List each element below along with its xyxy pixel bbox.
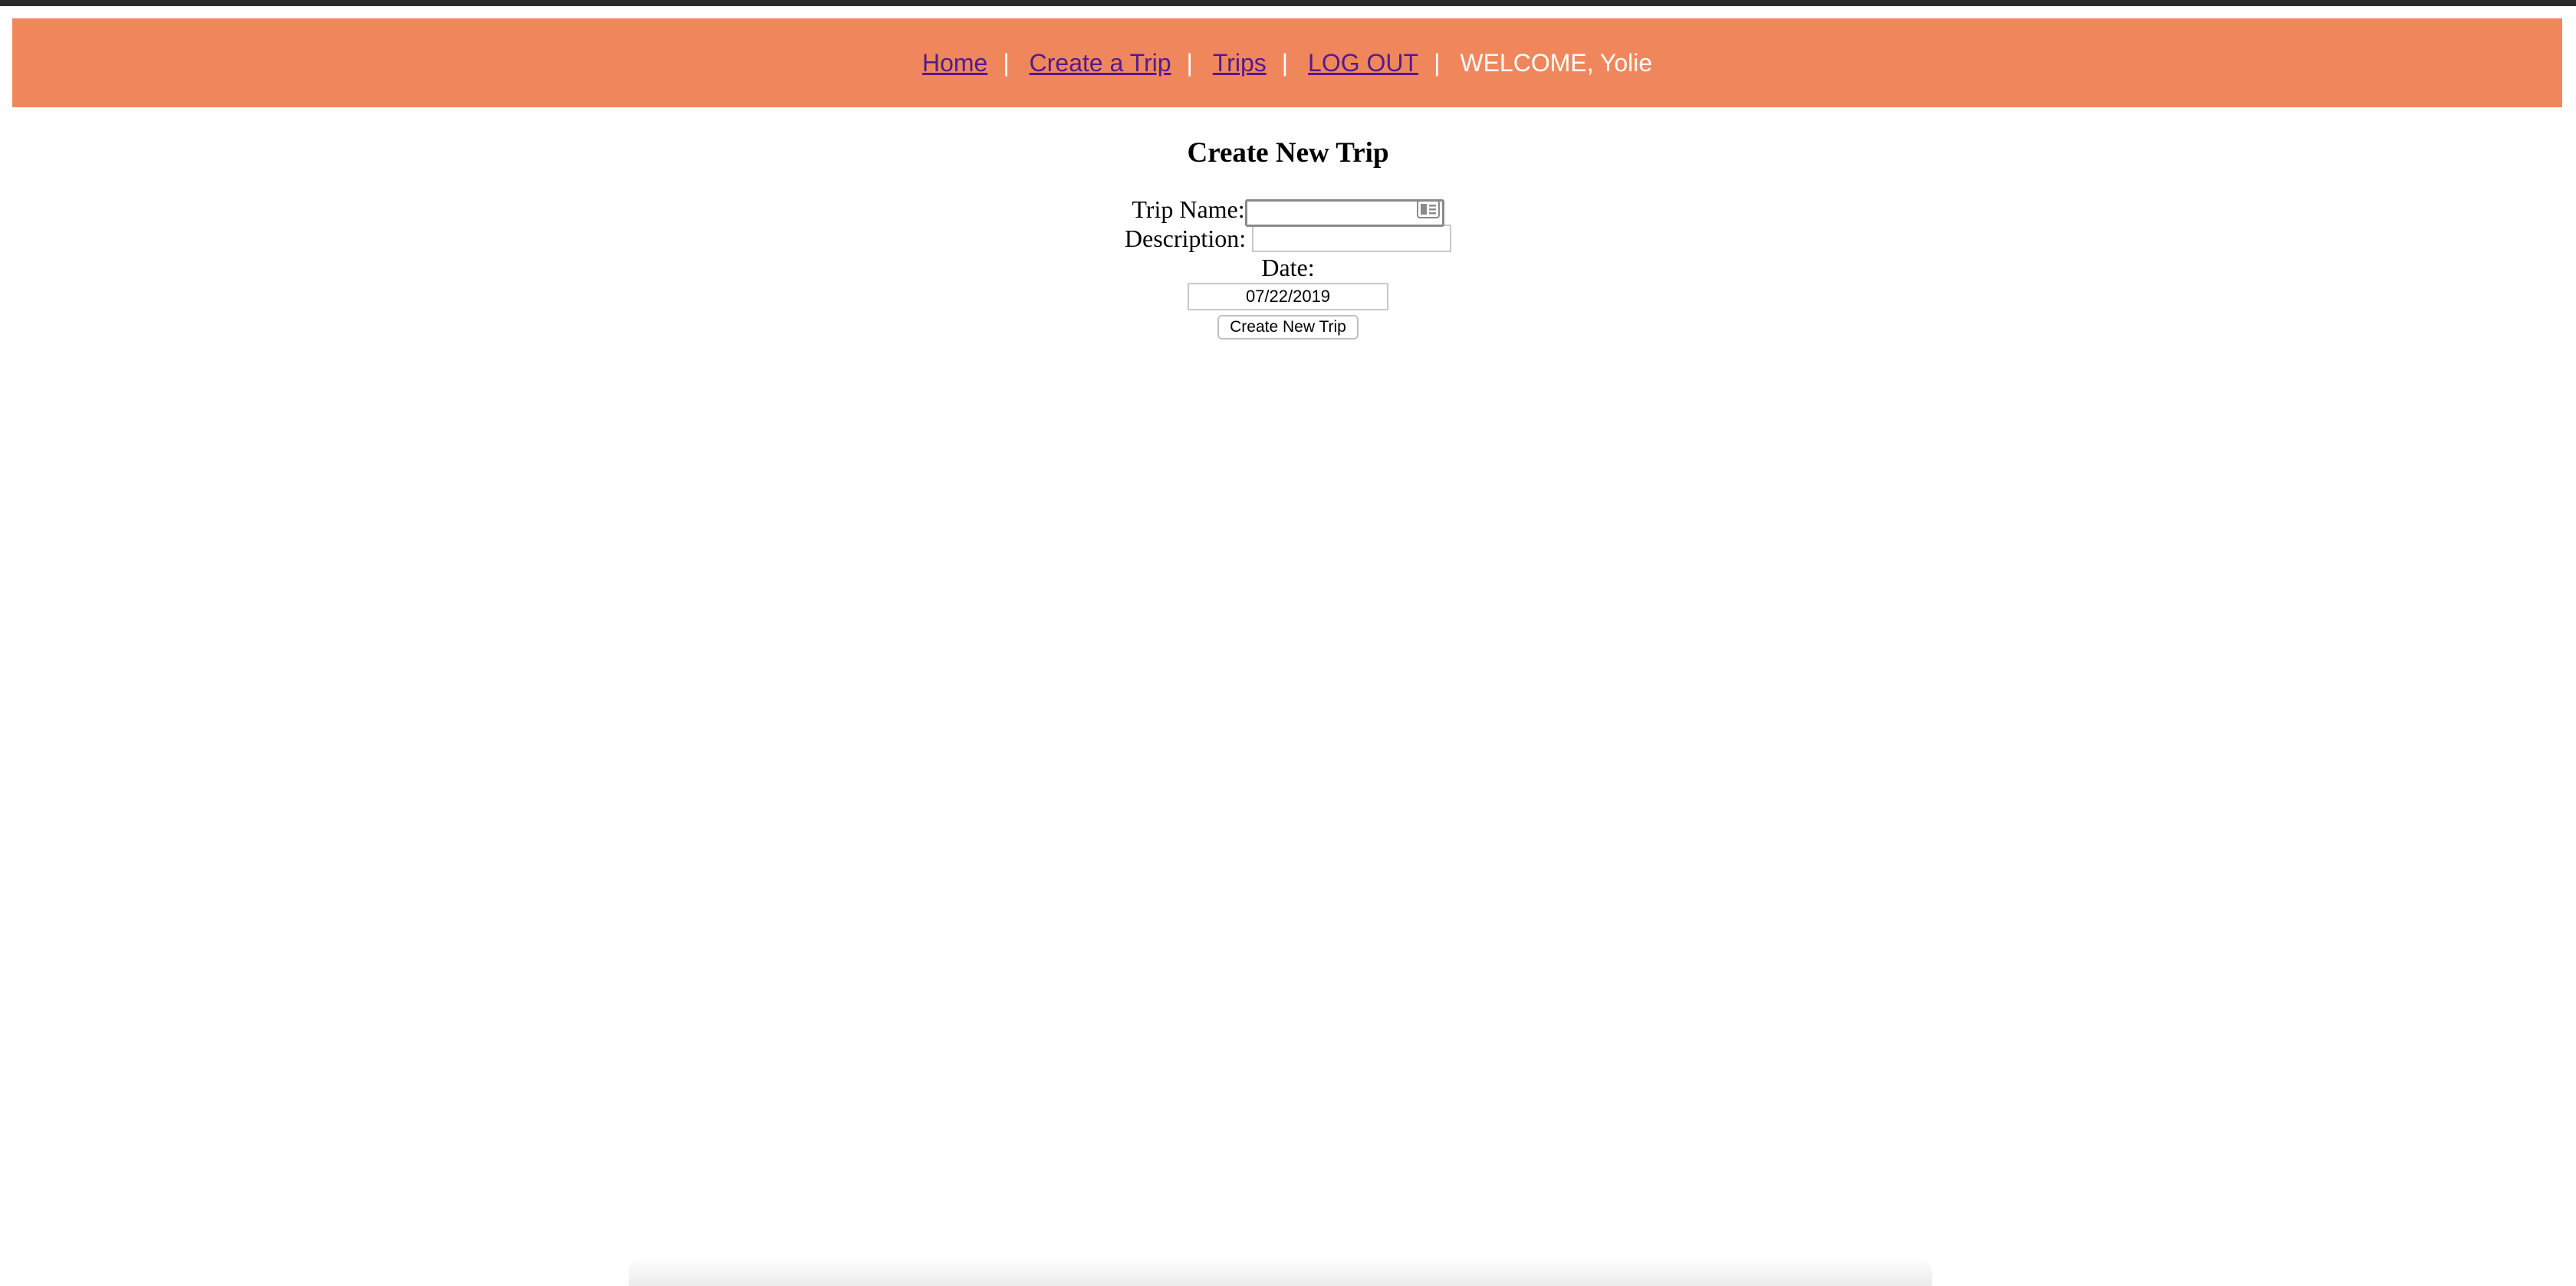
nav-separator: | [1281,48,1289,77]
page-title: Create New Trip [1187,137,1389,169]
create-trip-button[interactable]: Create New Trip [1217,315,1359,340]
description-input[interactable] [1252,225,1452,252]
window-top-bar [0,0,2576,6]
nav-link-home[interactable]: Home [922,49,987,77]
trip-name-row: Trip Name: [0,195,2576,227]
nav-link-trips[interactable]: Trips [1213,49,1267,77]
contact-card-icon[interactable] [1416,200,1440,218]
trip-name-label: Trip Name: [1132,195,1245,223]
nav-separator: | [1434,48,1441,77]
main-content: Create New Trip Trip Name: Description: … [0,107,2576,340]
nav-link-create-trip[interactable]: Create a Trip [1030,49,1171,77]
welcome-message: WELCOME, Yolie [1460,48,1653,77]
bottom-shadow-overlay [629,1257,1932,1286]
submit-row: Create New Trip [0,311,2576,340]
nav-separator: | [1003,48,1010,77]
create-trip-form: Trip Name: Description: Date: 07/22/2019… [0,195,2576,340]
nav-bar: Home | Create a Trip | Trips | LOG OUT |… [12,18,2562,107]
trip-name-input[interactable] [1244,199,1444,227]
date-input[interactable] [1188,283,1388,310]
nav-link-logout[interactable]: LOG OUT [1308,49,1418,77]
description-row: Description: [0,224,2576,253]
nav-separator: | [1186,48,1193,77]
date-label: Date: [1261,254,1315,281]
date-label-row: Date: [0,253,2576,282]
description-label: Description: [1124,225,1247,252]
date-input-row [0,282,2576,311]
trip-name-field-wrapper [1244,195,1444,227]
